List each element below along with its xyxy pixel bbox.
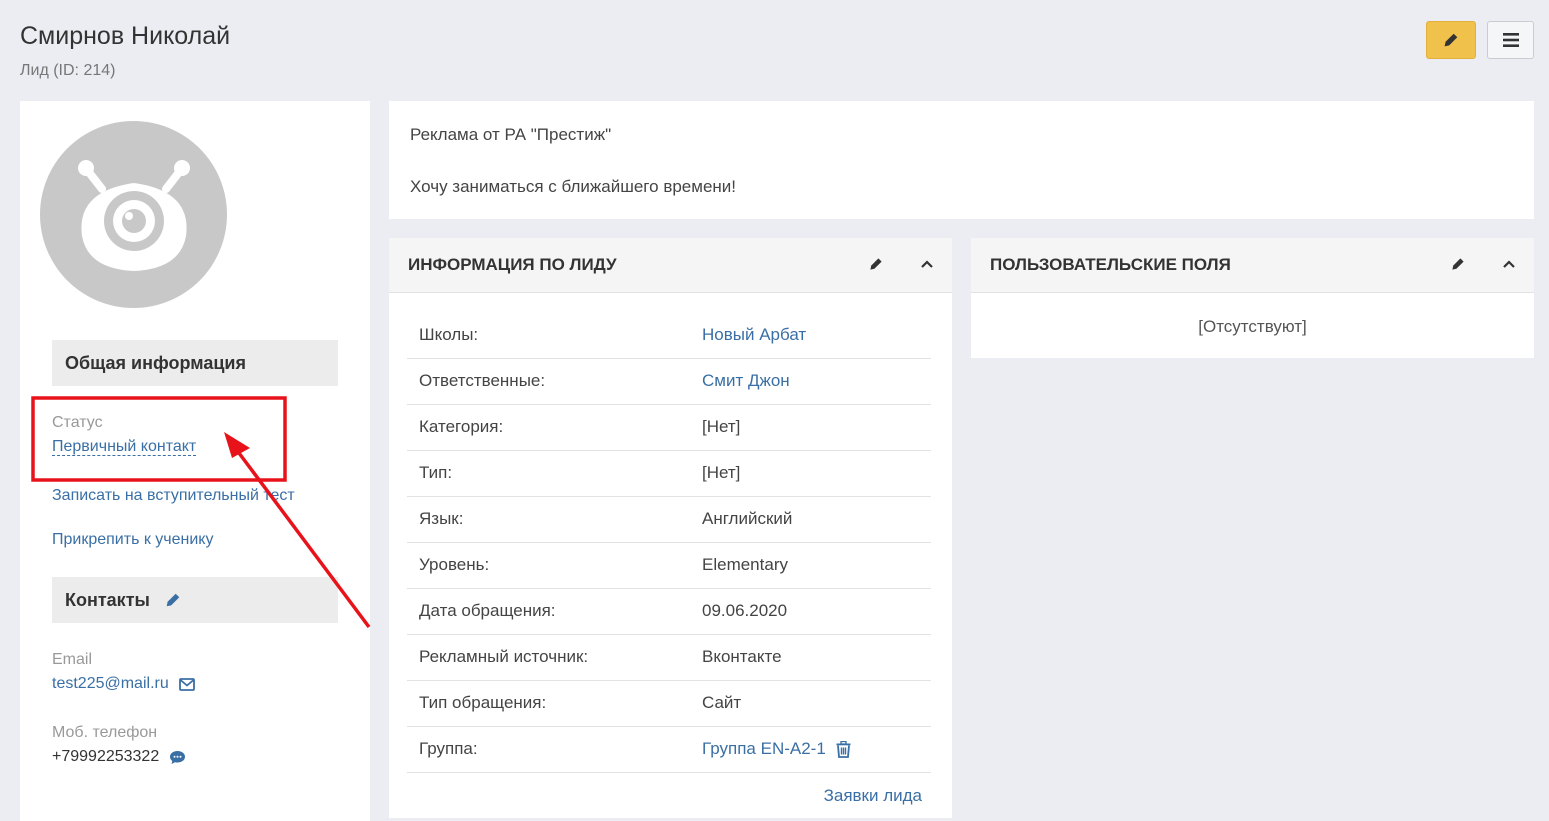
custom-fields-panel: ПОЛЬЗОВАТЕЛЬСКИЕ ПОЛЯ [Отсутствуют]: [971, 238, 1534, 358]
contacts-heading: Контакты: [52, 577, 338, 623]
responsible-link[interactable]: Смит Джон: [702, 371, 790, 391]
lead-info-row-group: Группа: Группа EN-A2-1: [407, 726, 931, 773]
avatar: [40, 121, 227, 308]
lead-info-row-date: Дата обращения: 09.06.2020: [407, 588, 931, 635]
lead-info-row-level: Уровень: Elementary: [407, 542, 931, 589]
lead-note-card: Реклама от РА "Престиж" Хочу заниматься …: [389, 101, 1534, 219]
general-info-heading: Общая информация: [52, 340, 338, 386]
lead-info-title: ИНФОРМАЦИЯ ПО ЛИДУ: [408, 255, 617, 274]
profile-card: Общая информация Статус Первичный контак…: [20, 101, 370, 821]
group-link[interactable]: Группа EN-A2-1: [702, 739, 826, 759]
lead-info-row-category: Категория: [Нет]: [407, 404, 931, 451]
edit-contacts-icon[interactable]: [164, 591, 182, 609]
status-label: Статус: [52, 414, 103, 431]
lead-info-row-responsible: Ответственные: Смит Джон: [407, 358, 931, 405]
envelope-icon[interactable]: [178, 677, 195, 691]
monster-avatar-icon: [78, 160, 190, 271]
phone-value: +79992253322: [52, 748, 160, 765]
custom-fields-empty: [Отсутствуют]: [1198, 317, 1307, 336]
edit-custom-fields-icon[interactable]: [1450, 256, 1466, 272]
lead-info-row-ad-source: Рекламный источник: Вконтакте: [407, 634, 931, 681]
lead-requests-link[interactable]: Заявки лида: [824, 786, 922, 806]
hamburger-icon: [1502, 33, 1519, 47]
group-value: Группа EN-A2-1: [702, 739, 851, 759]
trash-icon[interactable]: [836, 740, 851, 758]
lead-info-row-type: Тип: [Нет]: [407, 450, 931, 497]
custom-fields-title: ПОЛЬЗОВАТЕЛЬСКИЕ ПОЛЯ: [990, 255, 1231, 274]
phone-row: +79992253322: [52, 748, 186, 766]
edit-lead-info-icon[interactable]: [868, 256, 884, 272]
note-line-2: Хочу заниматься с ближайшего времени!: [410, 177, 737, 196]
edit-button[interactable]: [1426, 21, 1476, 59]
note-line-1: Реклама от РА "Престиж": [410, 125, 612, 144]
schools-link[interactable]: Новый Арбат: [702, 325, 806, 345]
lead-info-row-schools: Школы: Новый Арбат: [407, 312, 931, 359]
lead-info-panel-header: ИНФОРМАЦИЯ ПО ЛИДУ: [389, 238, 952, 293]
chevron-up-icon[interactable]: [920, 259, 934, 269]
page-subtitle: Лид (ID: 214): [20, 62, 116, 79]
lead-info-row-request-type: Тип обращения: Сайт: [407, 680, 931, 727]
custom-fields-panel-header: ПОЛЬЗОВАТЕЛЬСКИЕ ПОЛЯ: [971, 238, 1534, 293]
pencil-icon: [1444, 33, 1458, 47]
menu-button[interactable]: [1487, 21, 1534, 59]
status-link[interactable]: Первичный контакт: [52, 438, 197, 456]
enroll-test-link[interactable]: Записать на вступительный тест: [52, 487, 295, 505]
page-title: Смирнов Николай: [20, 22, 231, 50]
contacts-heading-label: Контакты: [65, 589, 150, 610]
sms-icon[interactable]: [169, 750, 186, 765]
phone-label: Моб. телефон: [52, 724, 158, 741]
email-link[interactable]: test225@mail.ru: [52, 675, 169, 693]
attach-student-link[interactable]: Прикрепить к ученику: [52, 531, 213, 549]
email-label: Email: [52, 651, 93, 668]
lead-info-panel: ИНФОРМАЦИЯ ПО ЛИДУ Школы: Новый Арбат От…: [389, 238, 952, 818]
chevron-up-icon[interactable]: [1502, 259, 1516, 269]
lead-info-row-language: Язык: Английский: [407, 496, 931, 543]
email-row: test225@mail.ru: [52, 675, 195, 693]
